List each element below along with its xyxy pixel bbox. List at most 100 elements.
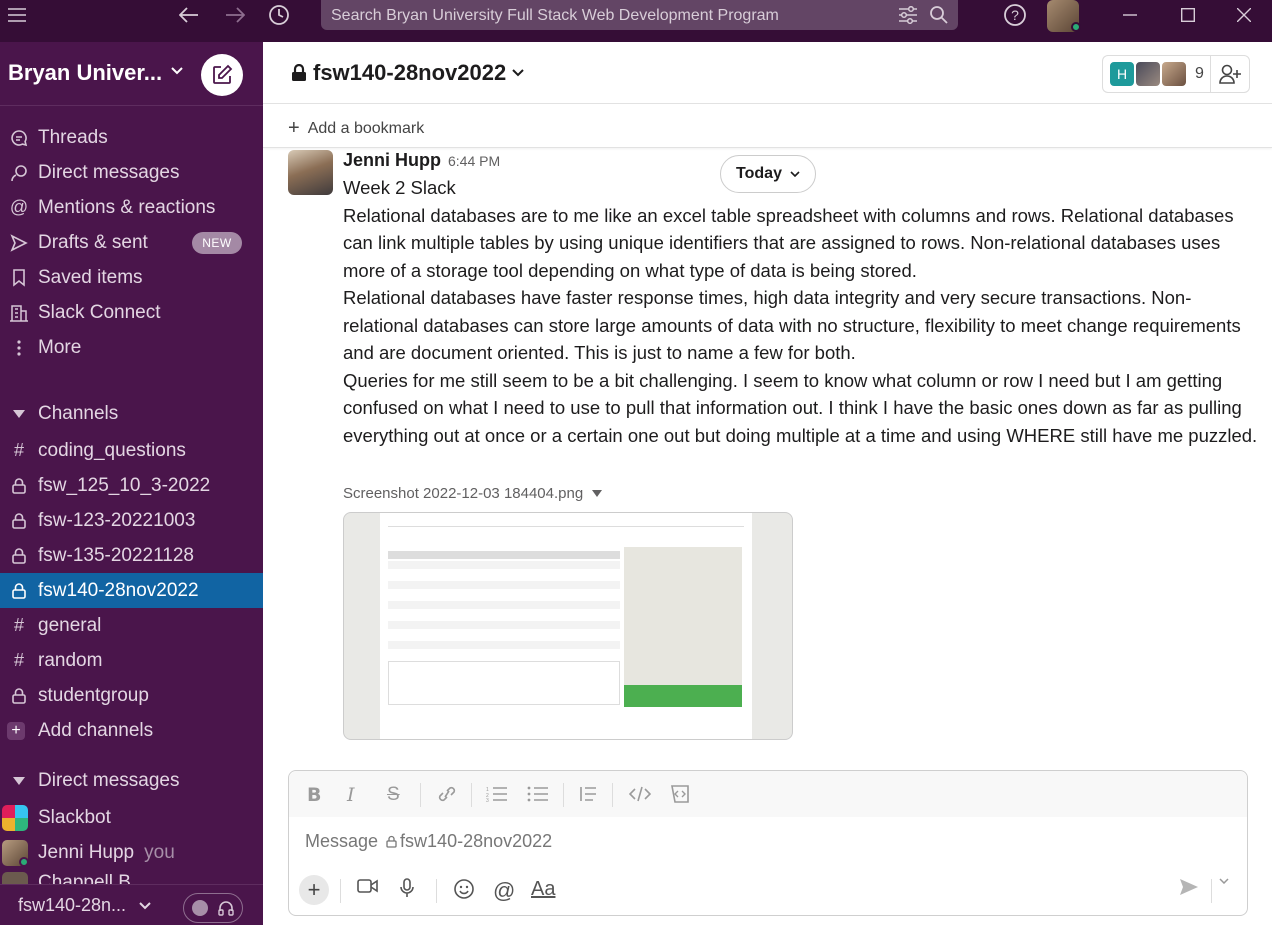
video-clip-icon[interactable] <box>357 878 379 894</box>
link-icon[interactable] <box>437 786 457 802</box>
send-options-chevron-icon[interactable] <box>1219 878 1229 884</box>
footer-channel[interactable]: fsw140-28n... <box>18 895 151 916</box>
maximize-window-icon[interactable] <box>1178 0 1198 30</box>
workspace-header[interactable]: Bryan Univer... <box>0 42 263 106</box>
dm-item-slackbot[interactable]: Slackbot <box>0 800 263 835</box>
attachment-name[interactable]: Screenshot 2022-12-03 184404.png <box>343 485 603 502</box>
lock-icon <box>292 64 306 81</box>
back-arrow-icon[interactable] <box>176 0 202 30</box>
minimize-window-icon[interactable] <box>1120 0 1140 30</box>
dm-item-self[interactable]: Jenni Hupp you <box>0 835 263 870</box>
sidebar-item-direct-messages[interactable]: Direct messages <box>0 155 263 190</box>
close-window-icon[interactable] <box>1234 0 1254 30</box>
bulleted-list-icon[interactable] <box>527 786 549 802</box>
channel-item[interactable]: studentgroup <box>0 678 263 713</box>
sidebar-item-slack-connect[interactable]: Slack Connect <box>0 295 263 330</box>
compose-button[interactable] <box>201 54 243 96</box>
mention-icon[interactable]: @ <box>493 878 515 904</box>
bookmark-icon <box>0 268 38 287</box>
search-bar[interactable]: Search Bryan University Full Stack Web D… <box>321 0 958 30</box>
channel-item[interactable]: fsw_125_10_3-2022 <box>0 468 263 503</box>
caret-down-icon[interactable] <box>0 776 38 785</box>
ordered-list-icon[interactable]: 123 <box>486 786 508 802</box>
huddle-toggle[interactable] <box>183 893 243 923</box>
attachment-image[interactable] <box>343 512 793 740</box>
sidebar-item-threads[interactable]: Threads <box>0 120 263 155</box>
dm-item-partial[interactable]: Chappell B... <box>0 870 263 884</box>
send-icon <box>0 233 38 252</box>
chevron-down-icon[interactable] <box>170 66 184 76</box>
text-format-button[interactable]: Aa <box>531 878 555 901</box>
channels-section-header[interactable]: Channels <box>0 396 263 431</box>
history-clock-icon[interactable] <box>266 0 292 30</box>
send-icon[interactable] <box>1179 878 1199 896</box>
sidebar-item-label: Drafts & sent <box>38 231 148 253</box>
sidebar-item-saved[interactable]: Saved items <box>0 260 263 295</box>
hash-icon: # <box>13 650 24 670</box>
add-bookmark-button[interactable]: + Add a bookmark <box>288 117 424 140</box>
strikethrough-icon[interactable]: S <box>387 784 400 806</box>
mention-icon: @ <box>9 197 29 217</box>
toolbar-divider <box>420 783 421 807</box>
chevron-down-icon <box>512 69 524 77</box>
search-placeholder: Search Bryan University Full Stack Web D… <box>331 7 779 24</box>
channel-item[interactable]: # coding_questions <box>0 433 263 468</box>
message-author-avatar[interactable] <box>288 150 333 195</box>
section-title: Direct messages <box>38 769 180 791</box>
title-bar: Search Bryan University Full Stack Web D… <box>0 0 1272 42</box>
italic-icon[interactable]: I <box>347 784 355 806</box>
screenshot-results-table <box>388 551 620 657</box>
sidebar-item-mentions[interactable]: @ Mentions & reactions <box>0 190 263 225</box>
dm-section-header[interactable]: Direct messages <box>0 763 263 798</box>
code-block-icon[interactable] <box>670 785 690 803</box>
code-icon[interactable] <box>629 786 651 802</box>
sidebar-item-label: More <box>38 336 82 358</box>
message-timestamp[interactable]: 6:44 PM <box>448 153 500 169</box>
toolbar-divider <box>436 879 437 903</box>
channel-item[interactable]: fsw-135-20221128 <box>0 538 263 573</box>
add-member-button[interactable] <box>1210 55 1250 93</box>
member-list-button[interactable]: H 9 <box>1102 55 1210 93</box>
microphone-icon[interactable] <box>399 878 415 898</box>
add-person-icon <box>1219 64 1241 84</box>
channel-item[interactable]: # general <box>0 608 263 643</box>
sidebar-item-label: Threads <box>38 126 108 148</box>
workspace-name[interactable]: Bryan Univer... <box>8 60 162 86</box>
dm-name: Slackbot <box>38 806 111 828</box>
message-input[interactable]: Message fsw140-28nov2022 <box>305 831 552 852</box>
search-filter-icon[interactable] <box>898 6 918 24</box>
hamburger-menu-icon[interactable] <box>6 0 28 30</box>
slackbot-avatar <box>2 804 28 831</box>
toolbar-divider <box>1211 879 1212 903</box>
toolbar-divider <box>563 783 564 807</box>
new-badge: NEW <box>192 232 242 254</box>
caret-down-icon[interactable] <box>0 409 38 418</box>
message-composer: B I S 123 Message fsw140-28nov2022 + @ A… <box>288 770 1248 916</box>
channel-item[interactable]: # random <box>0 643 263 678</box>
message-author[interactable]: Jenni Hupp <box>343 150 441 171</box>
sidebar-item-drafts[interactable]: Drafts & sent NEW <box>0 225 263 260</box>
bookmark-bar: + Add a bookmark <box>263 104 1272 148</box>
sidebar: Bryan Univer... Threads Direct messages … <box>0 42 263 925</box>
lock-icon <box>0 512 38 529</box>
blockquote-icon[interactable] <box>579 786 597 802</box>
threads-icon <box>0 129 38 147</box>
message-line: Relational databases have faster respons… <box>343 287 1241 363</box>
sidebar-item-more[interactable]: More <box>0 330 263 365</box>
channel-title[interactable]: fsw140-28nov2022 <box>291 60 524 86</box>
message-body: Week 2 Slack Relational databases are to… <box>343 174 1258 449</box>
emoji-icon[interactable] <box>453 878 475 900</box>
plus-icon: + <box>7 721 25 740</box>
search-icon[interactable] <box>929 5 949 25</box>
direct-messages-icon <box>0 164 38 182</box>
bold-icon[interactable]: B <box>307 784 321 806</box>
help-icon[interactable]: ? <box>1001 0 1029 30</box>
user-avatar[interactable] <box>1047 0 1081 32</box>
headphones-icon <box>218 900 234 916</box>
dm-name: Chappell B... <box>38 872 147 884</box>
add-channels-button[interactable]: + Add channels <box>0 713 263 748</box>
forward-arrow-icon[interactable] <box>222 0 248 30</box>
attach-plus-button[interactable]: + <box>299 875 329 905</box>
channel-item-active[interactable]: fsw140-28nov2022 <box>0 573 263 608</box>
channel-item[interactable]: fsw-123-20221003 <box>0 503 263 538</box>
